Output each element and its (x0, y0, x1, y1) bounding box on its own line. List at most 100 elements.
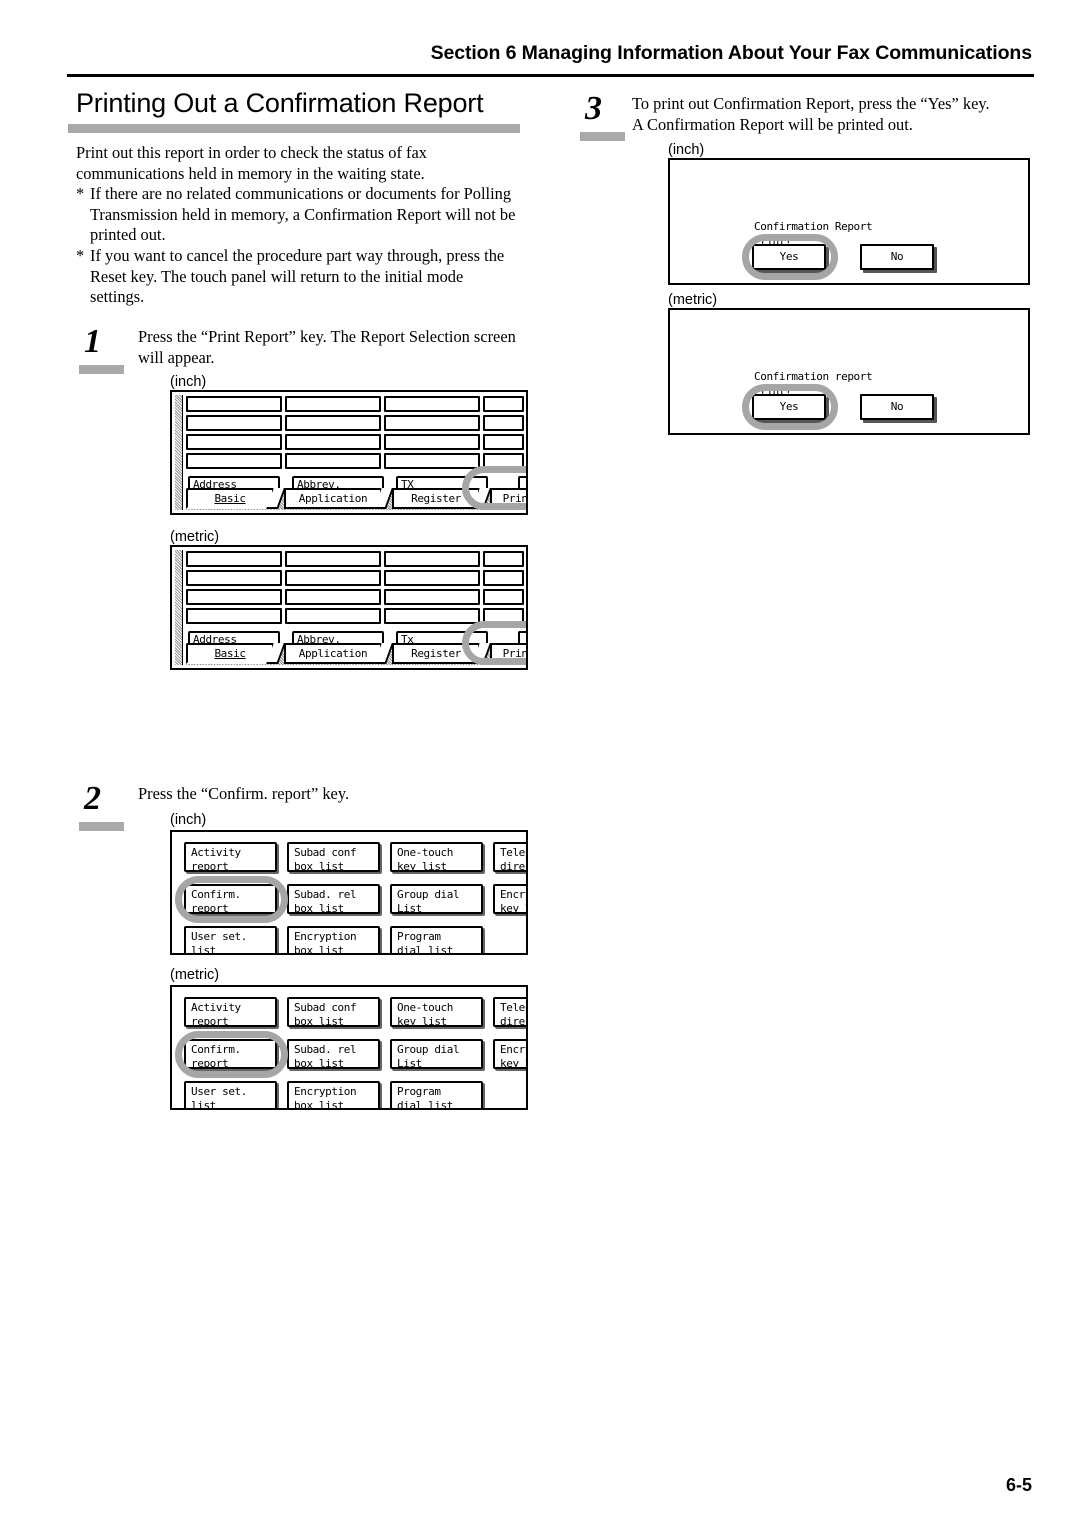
screen3-metric-panel: Confirmation report Print? Yes No (668, 308, 1030, 435)
header-rule (67, 74, 1034, 77)
address-list-grid (186, 551, 524, 627)
grid-cell[interactable] (186, 589, 282, 605)
tab-label: Application (298, 492, 368, 505)
grid-cell[interactable] (482, 570, 524, 586)
grid-cell[interactable] (284, 415, 381, 431)
tab-register[interactable]: Register (392, 643, 480, 664)
key-line2: dial list (397, 943, 454, 955)
key-line2: key list (397, 859, 447, 873)
grid-cell[interactable] (383, 415, 480, 431)
grid-cell[interactable] (186, 434, 282, 450)
report-key-one-touch-key-list[interactable]: One-touch key list (390, 997, 483, 1028)
grid-cell[interactable] (482, 434, 524, 450)
tab-basic[interactable]: Basic (186, 488, 274, 509)
grid-cell[interactable] (482, 453, 524, 469)
key-line2: report (191, 901, 229, 915)
report-key-user-set-list[interactable]: User set. list (184, 926, 277, 953)
tab-application[interactable]: Application (284, 643, 382, 664)
grid-cell[interactable] (482, 415, 524, 431)
tab-label: Basic (214, 647, 246, 660)
tab-application[interactable]: Application (284, 488, 382, 509)
report-key-subad-rel-box-list[interactable]: Subad. rel box list (287, 1039, 380, 1070)
yes-button-label: Yes (779, 400, 799, 413)
grid-cell[interactable] (284, 608, 381, 624)
grid-cell[interactable] (482, 589, 524, 605)
grid-cell[interactable] (284, 453, 381, 469)
intro-block: Print out this report in order to check … (76, 143, 546, 308)
yes-button[interactable]: Yes (752, 244, 826, 270)
no-button[interactable]: No (860, 394, 934, 420)
report-key-program-dial-list[interactable]: Program dial list (390, 926, 483, 955)
report-key-group-dial-list[interactable]: Group dial List (390, 884, 483, 915)
grid-row (186, 570, 524, 586)
grid-cell[interactable] (383, 453, 480, 469)
key-line1: Subad. rel (294, 888, 357, 901)
grid-cell[interactable] (383, 608, 480, 624)
tab-register[interactable]: Register (392, 488, 480, 509)
grid-cell[interactable] (482, 608, 524, 624)
report-key-group-dial-list[interactable]: Group dial List (390, 1039, 483, 1070)
grid-cell[interactable] (186, 453, 282, 469)
step-3-text: To print out Confirmation Report, press … (632, 94, 1042, 135)
grid-cell[interactable] (284, 589, 381, 605)
key-line2: direct. list (500, 1014, 526, 1028)
report-key-subad-conf-box-list[interactable]: Subad conf box list (287, 997, 380, 1028)
report-key-encryption-key-list[interactable]: Encryptio key list (493, 1039, 526, 1070)
key-line1: One-touch (397, 846, 454, 859)
report-key-confirm-report[interactable]: Confirm. report (184, 884, 277, 915)
dialog-message-line1: Confirmation Report (754, 220, 873, 233)
screen1-tabbar: Basic Application Register Print report (186, 643, 526, 664)
tab-print-report[interactable]: Print Report (490, 488, 528, 509)
key-line2: box list (294, 1014, 344, 1028)
tab-print-report[interactable]: Print report (490, 643, 526, 664)
tab-basic[interactable]: Basic (186, 643, 274, 664)
report-key-encryption-box-list[interactable]: Encryption box list (287, 926, 380, 953)
grid-cell[interactable] (482, 551, 524, 567)
grid-cell[interactable] (284, 551, 381, 567)
step-1-number: 1 (84, 323, 101, 360)
grid-cell[interactable] (383, 434, 480, 450)
report-key-subad-conf-box-list[interactable]: Subad conf box list (287, 842, 380, 873)
grid-cell[interactable] (186, 396, 282, 412)
grid-cell[interactable] (383, 551, 480, 567)
grid-cell[interactable] (186, 608, 282, 624)
yes-button[interactable]: Yes (752, 394, 826, 420)
report-key-activity-report[interactable]: Activity report (184, 842, 277, 873)
no-button[interactable]: No (860, 244, 934, 270)
report-key-confirm-report[interactable]: Confirm. report (184, 1039, 277, 1070)
report-key-user-set-list[interactable]: User set. list (184, 1081, 277, 1108)
grid-cell[interactable] (284, 396, 381, 412)
key-line2: key list (500, 901, 526, 915)
report-key-encryption-key-list[interactable]: Encryptio key list (493, 884, 526, 915)
key-line1: Encryptio (500, 888, 526, 901)
grid-cell[interactable] (186, 551, 282, 567)
key-line1: Program (397, 1085, 441, 1098)
grid-cell[interactable] (186, 415, 282, 431)
caption-inch-screen3: (inch) (668, 142, 705, 158)
key-line2: box list (294, 1098, 344, 1110)
report-key-subad-rel-box-list[interactable]: Subad. rel box list (287, 884, 380, 915)
grid-cell[interactable] (186, 570, 282, 586)
grid-cell[interactable] (383, 589, 480, 605)
report-key-one-touch-key-list[interactable]: One-touch key list (390, 842, 483, 873)
report-key-activity-report[interactable]: Activity report (184, 997, 277, 1028)
grid-cell[interactable] (284, 434, 381, 450)
report-key-program-dial-list[interactable]: Program dial list (390, 1081, 483, 1108)
report-key-telephone-direct-list[interactable]: Telephone direct. list (493, 997, 526, 1028)
report-key-encryption-box-list[interactable]: Encryption box list (287, 1081, 380, 1110)
scrollbar[interactable] (175, 395, 183, 510)
report-key-telephone-direct-list[interactable]: Telephone direct. list (493, 842, 526, 873)
key-line1: Program (397, 930, 441, 943)
key-line1: Encryption (294, 930, 357, 943)
grid-cell[interactable] (284, 570, 381, 586)
grid-cell[interactable] (482, 396, 524, 412)
tab-label: Print Report (502, 492, 528, 505)
grid-cell[interactable] (383, 396, 480, 412)
grid-row (186, 608, 524, 624)
title-underline-bar (68, 124, 520, 133)
key-line2: List (397, 901, 422, 915)
key-line1: Confirm. (191, 888, 241, 901)
scrollbar[interactable] (175, 550, 183, 665)
key-line1: Telephone (500, 846, 526, 859)
grid-cell[interactable] (383, 570, 480, 586)
